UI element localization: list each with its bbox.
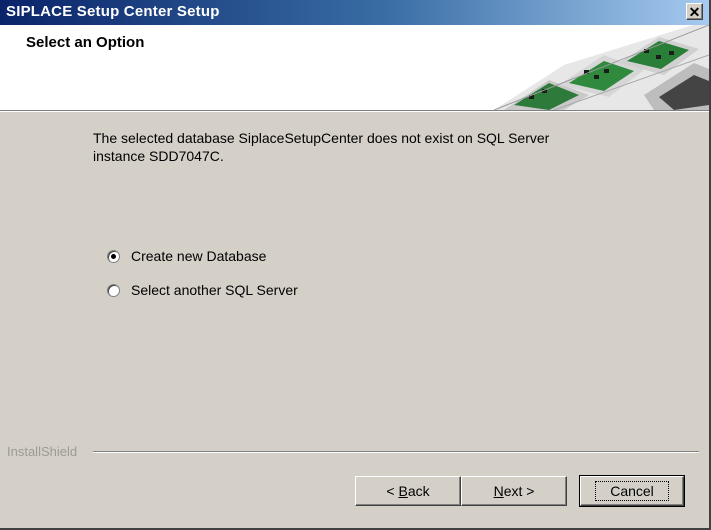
- option-create-new-database[interactable]: Create new Database: [107, 248, 266, 264]
- back-button[interactable]: < Back: [355, 476, 461, 506]
- close-button[interactable]: ✕: [686, 3, 703, 20]
- setup-dialog: SIPLACE Setup Center Setup ✕ Select an O…: [0, 0, 711, 530]
- window-title: SIPLACE Setup Center Setup: [6, 3, 220, 20]
- back-button-rest: ack: [407, 483, 430, 499]
- footer-divider-highlight: [93, 452, 699, 453]
- cancel-button[interactable]: Cancel: [579, 475, 685, 507]
- option-label[interactable]: Select another SQL Server: [131, 282, 298, 298]
- back-button-mnemonic: B: [398, 483, 408, 499]
- next-button-mnemonic: N: [493, 483, 504, 499]
- cancel-button-label: Cancel: [595, 481, 669, 501]
- next-button[interactable]: Next >: [461, 476, 567, 506]
- radio-button-select-another-server[interactable]: [107, 283, 120, 297]
- close-icon: ✕: [688, 3, 701, 20]
- info-message: The selected database SiplaceSetupCenter…: [93, 129, 653, 165]
- title-bar[interactable]: SIPLACE Setup Center Setup ✕: [0, 0, 709, 25]
- radio-button-create-new-database[interactable]: [107, 249, 120, 263]
- back-button-prefix: <: [386, 483, 399, 499]
- banner-divider-highlight: [0, 111, 709, 112]
- message-line-2: instance SDD7047C.: [93, 148, 224, 164]
- pcb-assembly-machine-artwork: [494, 25, 709, 110]
- page-title: Select an Option: [26, 34, 145, 51]
- option-label[interactable]: Create new Database: [131, 248, 266, 264]
- header-banner: Select an Option: [0, 25, 709, 110]
- installshield-brand: InstallShield: [7, 444, 78, 459]
- message-line-1: The selected database SiplaceSetupCenter…: [93, 130, 550, 146]
- option-select-another-server[interactable]: Select another SQL Server: [107, 282, 298, 298]
- next-button-rest: ext >: [503, 483, 535, 499]
